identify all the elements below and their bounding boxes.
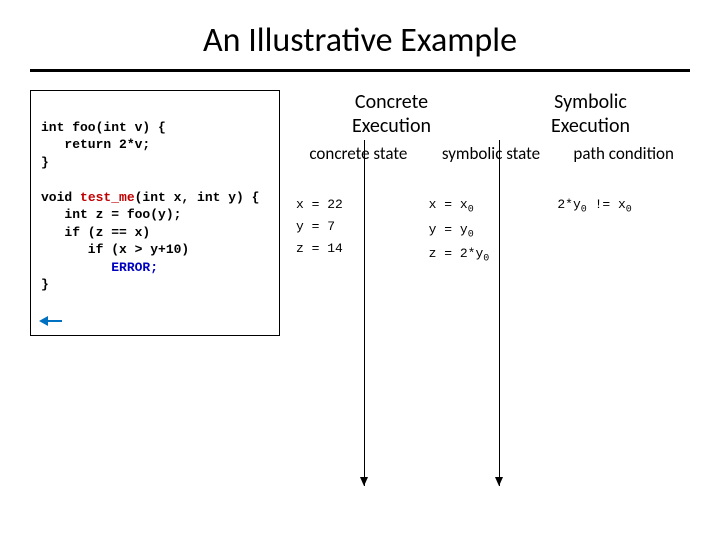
code-line: if (x > y+10): [41, 242, 189, 257]
error-keyword: ERROR;: [111, 260, 158, 275]
code-line: int foo(int v) {: [41, 120, 166, 135]
concrete-state-col: concrete state x = 22 y = 7 z = 14: [292, 144, 425, 268]
code-line: }: [41, 155, 49, 170]
content-area: int foo(int v) { return 2*v; } void test…: [30, 90, 690, 336]
path-row: 2*y0 != x0: [557, 194, 690, 219]
code-line: return 2*v;: [41, 137, 150, 152]
col-header: symbolic state: [425, 144, 558, 186]
path-condition-col: path condition 2*y0 != x0: [557, 144, 690, 268]
symbolic-exec-header: Symbolic Execution: [516, 90, 666, 138]
columns: concrete state x = 22 y = 7 z = 14 symbo…: [292, 144, 690, 268]
test-me-call: test_me: [80, 190, 135, 205]
state-row: y = y0: [429, 219, 558, 244]
col-header: concrete state: [292, 144, 425, 186]
state-row: y = 7: [296, 216, 425, 238]
code-line: int z = foo(y);: [41, 207, 181, 222]
concrete-exec-header: Concrete Execution: [317, 90, 467, 138]
arrow-icon: [39, 316, 48, 326]
path-rows: 2*y0 != x0: [557, 194, 690, 219]
state-row: z = 14: [296, 238, 425, 260]
top-headers: Concrete Execution Symbolic Execution: [292, 90, 690, 138]
col-header: path condition: [557, 144, 690, 186]
slide-title: An Illustrative Example: [30, 20, 690, 61]
state-row: x = 22: [296, 194, 425, 216]
code-line: if (z == x): [41, 225, 150, 240]
symbolic-rows: x = x0 y = y0 z = 2*y0: [425, 194, 558, 268]
code-box: int foo(int v) { return 2*v; } void test…: [30, 90, 280, 336]
code-line: ERROR;: [41, 260, 158, 275]
code-line: void test_me(int x, int y) {: [41, 190, 259, 205]
title-rule: [30, 69, 690, 72]
concrete-rows: x = 22 y = 7 z = 14: [292, 194, 425, 260]
code-line: }: [41, 277, 49, 292]
state-row: x = x0: [429, 194, 558, 219]
state-row: z = 2*y0: [429, 243, 558, 268]
execution-panel: Concrete Execution Symbolic Execution co…: [292, 90, 690, 336]
symbolic-state-col: symbolic state x = x0 y = y0 z = 2*y0: [425, 144, 558, 268]
